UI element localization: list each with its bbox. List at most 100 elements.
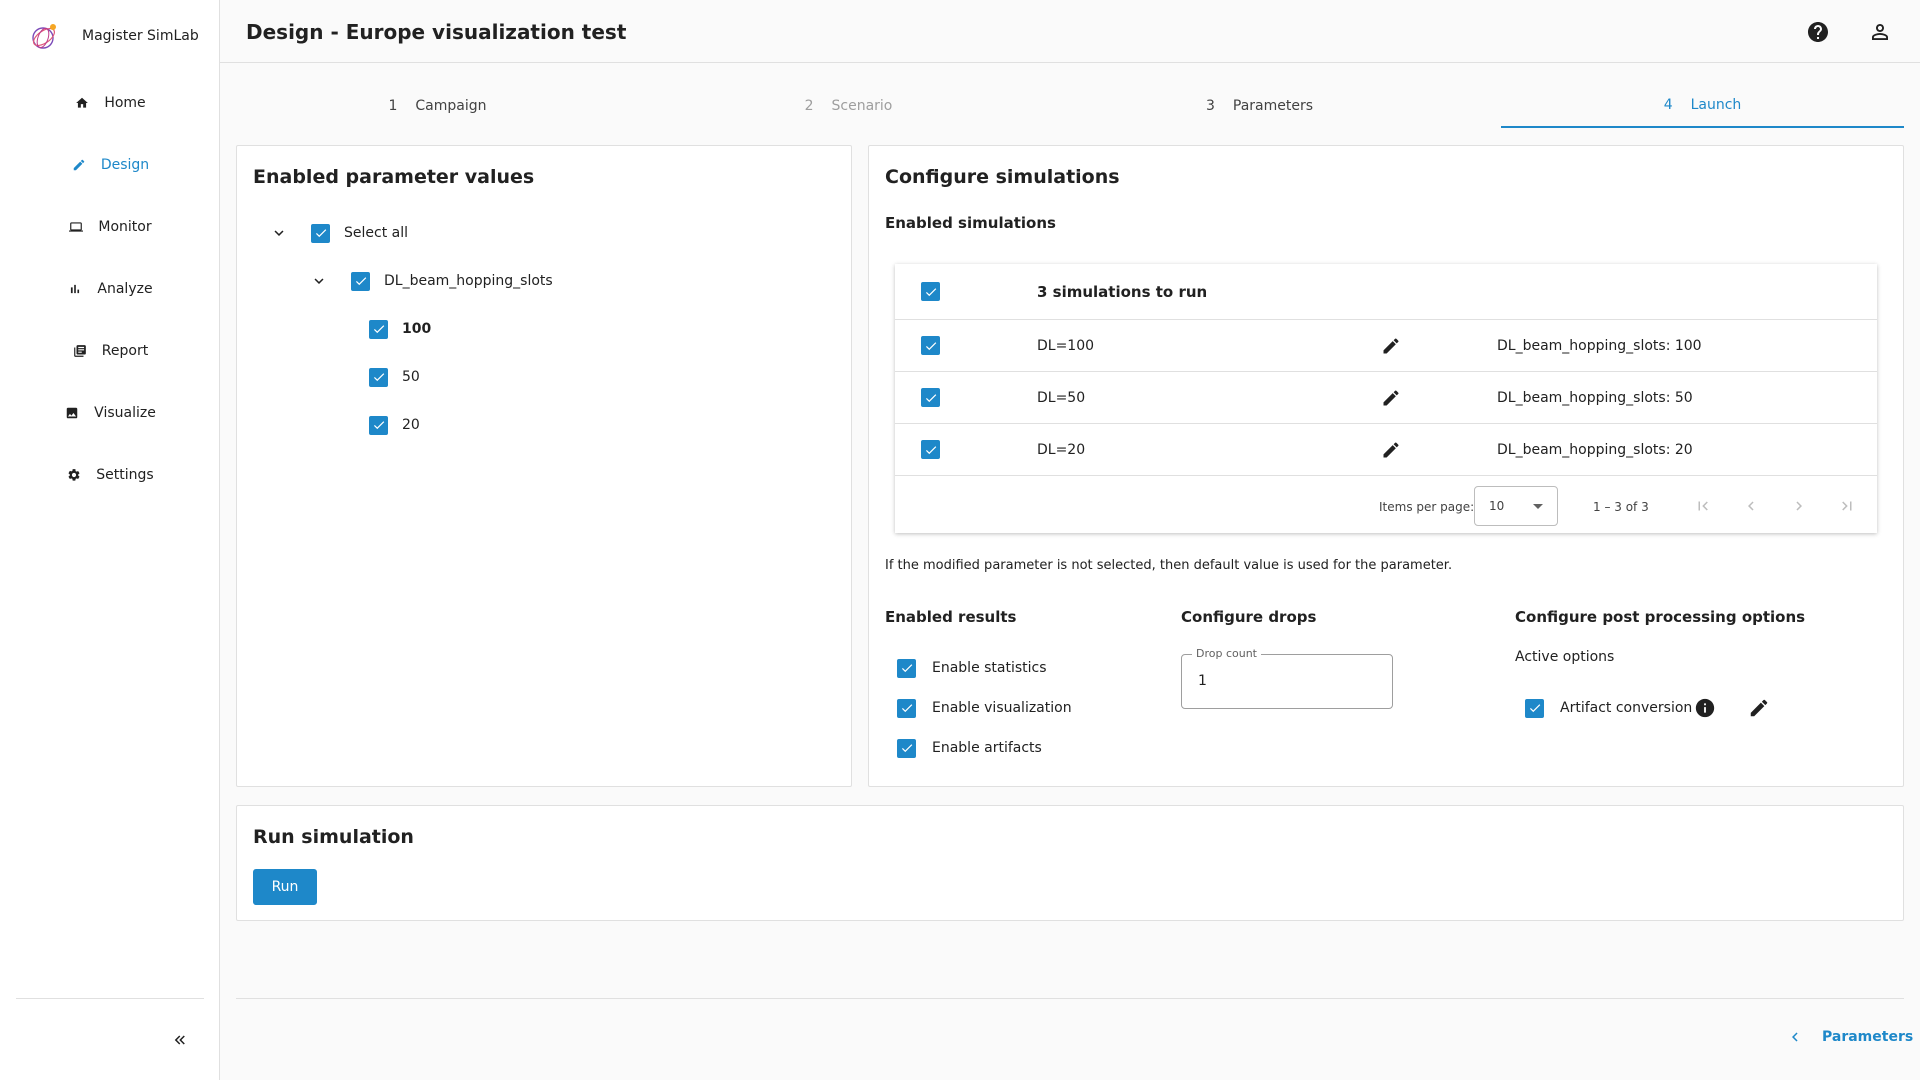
simulation-name: DL=20 <box>1037 441 1086 458</box>
back-label: Parameters <box>1822 1029 1914 1045</box>
footer-divider <box>236 998 1904 999</box>
sidebar-item-label: Report <box>101 343 149 359</box>
param-group-checkbox[interactable] <box>351 271 370 291</box>
sidebar-item-label: Monitor <box>98 219 152 235</box>
sidebar-item-label: Analyze <box>97 281 153 297</box>
pencil-icon <box>1383 441 1399 457</box>
card-title: Enabled parameter values <box>253 166 535 188</box>
run-button[interactable]: Run <box>253 869 317 905</box>
sidebar-item-label: Settings <box>96 467 154 483</box>
check-icon <box>901 744 912 753</box>
dropdown-arrow-icon <box>1533 504 1543 509</box>
home-icon <box>74 95 90 111</box>
check-icon <box>315 229 326 238</box>
chevron-down-icon[interactable] <box>309 271 329 291</box>
sidebar-item-analyze[interactable]: Analyze <box>0 258 220 320</box>
help-button[interactable] <box>1806 20 1830 44</box>
logo-icon <box>32 24 56 49</box>
param-group-row: DL_beam_hopping_slots <box>309 269 553 293</box>
table-row: DL=100 DL_beam_hopping_slots: 100 <box>895 320 1877 372</box>
edit-simulation-button[interactable] <box>1379 386 1403 410</box>
collapse-sidebar-button[interactable] <box>168 1028 192 1052</box>
row-checkbox[interactable] <box>921 388 940 407</box>
step-number: 3 <box>1205 98 1215 114</box>
enabled-simulations-heading: Enabled simulations <box>885 214 1056 232</box>
edit-simulation-button[interactable] <box>1379 334 1403 358</box>
table-header-row: 3 simulations to run <box>895 264 1877 320</box>
enable-visualization-checkbox[interactable] <box>897 698 916 718</box>
step-label: Campaign <box>415 98 487 114</box>
last-page-button[interactable] <box>1835 494 1859 518</box>
sidebar-nav: Home Design Monitor Analyze Report Visua… <box>0 72 220 506</box>
enabled-results-heading: Enabled results <box>885 608 1017 626</box>
option-label: Enable statistics <box>932 660 1047 676</box>
items-per-page-select[interactable]: 10 <box>1474 486 1558 526</box>
pencil-icon <box>1383 389 1399 405</box>
account-button[interactable] <box>1868 20 1892 44</box>
param-value-checkbox[interactable] <box>369 415 388 435</box>
sidebar-item-visualize[interactable]: Visualize <box>0 382 220 444</box>
drop-count-input[interactable] <box>1198 673 1378 689</box>
artifact-conversion-checkbox[interactable] <box>1525 698 1544 718</box>
enable-artifacts-row: Enable artifacts <box>897 736 1042 760</box>
check-icon <box>373 421 384 430</box>
pencil-icon <box>71 157 87 173</box>
user-icon <box>1872 24 1888 40</box>
sidebar-item-report[interactable]: Report <box>0 320 220 382</box>
simulations-table: 3 simulations to run DL=100 DL_beam_hopp… <box>895 264 1877 533</box>
drop-count-field[interactable]: Drop count <box>1181 647 1393 709</box>
monitor-icon <box>68 219 84 235</box>
table-row: DL=20 DL_beam_hopping_slots: 20 <box>895 424 1877 476</box>
check-icon <box>1529 704 1540 713</box>
sidebar-item-design[interactable]: Design <box>0 134 220 196</box>
card-title: Configure simulations <box>885 166 1120 188</box>
help-icon <box>1808 22 1828 42</box>
edit-simulation-button[interactable] <box>1379 438 1403 462</box>
brand[interactable]: Magister SimLab <box>28 18 199 54</box>
sidebar-item-label: Home <box>104 95 146 111</box>
sidebar-item-settings[interactable]: Settings <box>0 444 220 506</box>
back-to-parameters-button[interactable]: Parameters <box>1786 1028 1913 1046</box>
enable-visualization-row: Enable visualization <box>897 696 1072 720</box>
param-value-row: 20 <box>369 413 420 437</box>
simulation-params: DL_beam_hopping_slots: 20 <box>1497 441 1693 458</box>
step-launch[interactable]: 4 Launch <box>1501 84 1904 128</box>
sidebar-item-home[interactable]: Home <box>0 72 220 134</box>
row-checkbox[interactable] <box>921 440 940 459</box>
param-value-checkbox[interactable] <box>369 319 388 339</box>
page-title: Design - Europe visualization test <box>246 20 627 44</box>
check-icon <box>373 325 384 334</box>
sidebar-item-monitor[interactable]: Monitor <box>0 196 220 258</box>
select-all-simulations-checkbox[interactable] <box>921 282 940 301</box>
items-per-page-value: 10 <box>1489 499 1505 513</box>
first-page-button[interactable] <box>1691 494 1715 518</box>
sidebar: Magister SimLab Home Design Monitor Anal… <box>0 0 220 1080</box>
enable-statistics-checkbox[interactable] <box>897 658 916 678</box>
step-label: Scenario <box>831 98 893 114</box>
row-checkbox[interactable] <box>921 336 940 355</box>
param-group-label: DL_beam_hopping_slots <box>384 273 553 289</box>
next-page-button[interactable] <box>1787 494 1811 518</box>
chevron-left-icon <box>1748 501 1754 511</box>
param-value-label: 20 <box>402 417 420 433</box>
page-range: 1 – 3 of 3 <box>1593 500 1649 514</box>
gear-icon <box>66 467 82 483</box>
step-parameters[interactable]: 3 Parameters <box>1058 84 1461 128</box>
simulation-params: DL_beam_hopping_slots: 100 <box>1497 337 1702 354</box>
info-icon <box>1695 698 1715 718</box>
chevron-down-icon[interactable] <box>269 223 289 243</box>
previous-page-button[interactable] <box>1739 494 1763 518</box>
param-value-checkbox[interactable] <box>369 367 388 387</box>
param-value-row: 50 <box>369 365 420 389</box>
step-number: 1 <box>388 98 398 114</box>
step-campaign[interactable]: 1 Campaign <box>236 84 639 128</box>
edit-artifact-conversion-button[interactable] <box>1747 696 1771 720</box>
default-value-note: If the modified parameter is not selecte… <box>885 558 1453 573</box>
option-label: Artifact conversion <box>1560 700 1693 716</box>
step-scenario[interactable]: 2 Scenario <box>647 84 1050 128</box>
artifact-info-button[interactable] <box>1693 696 1717 720</box>
simulation-name: DL=50 <box>1037 389 1086 406</box>
select-all-checkbox[interactable] <box>311 223 330 243</box>
enable-artifacts-checkbox[interactable] <box>897 738 916 758</box>
artifact-conversion-row: Artifact conversion <box>1525 696 1692 720</box>
